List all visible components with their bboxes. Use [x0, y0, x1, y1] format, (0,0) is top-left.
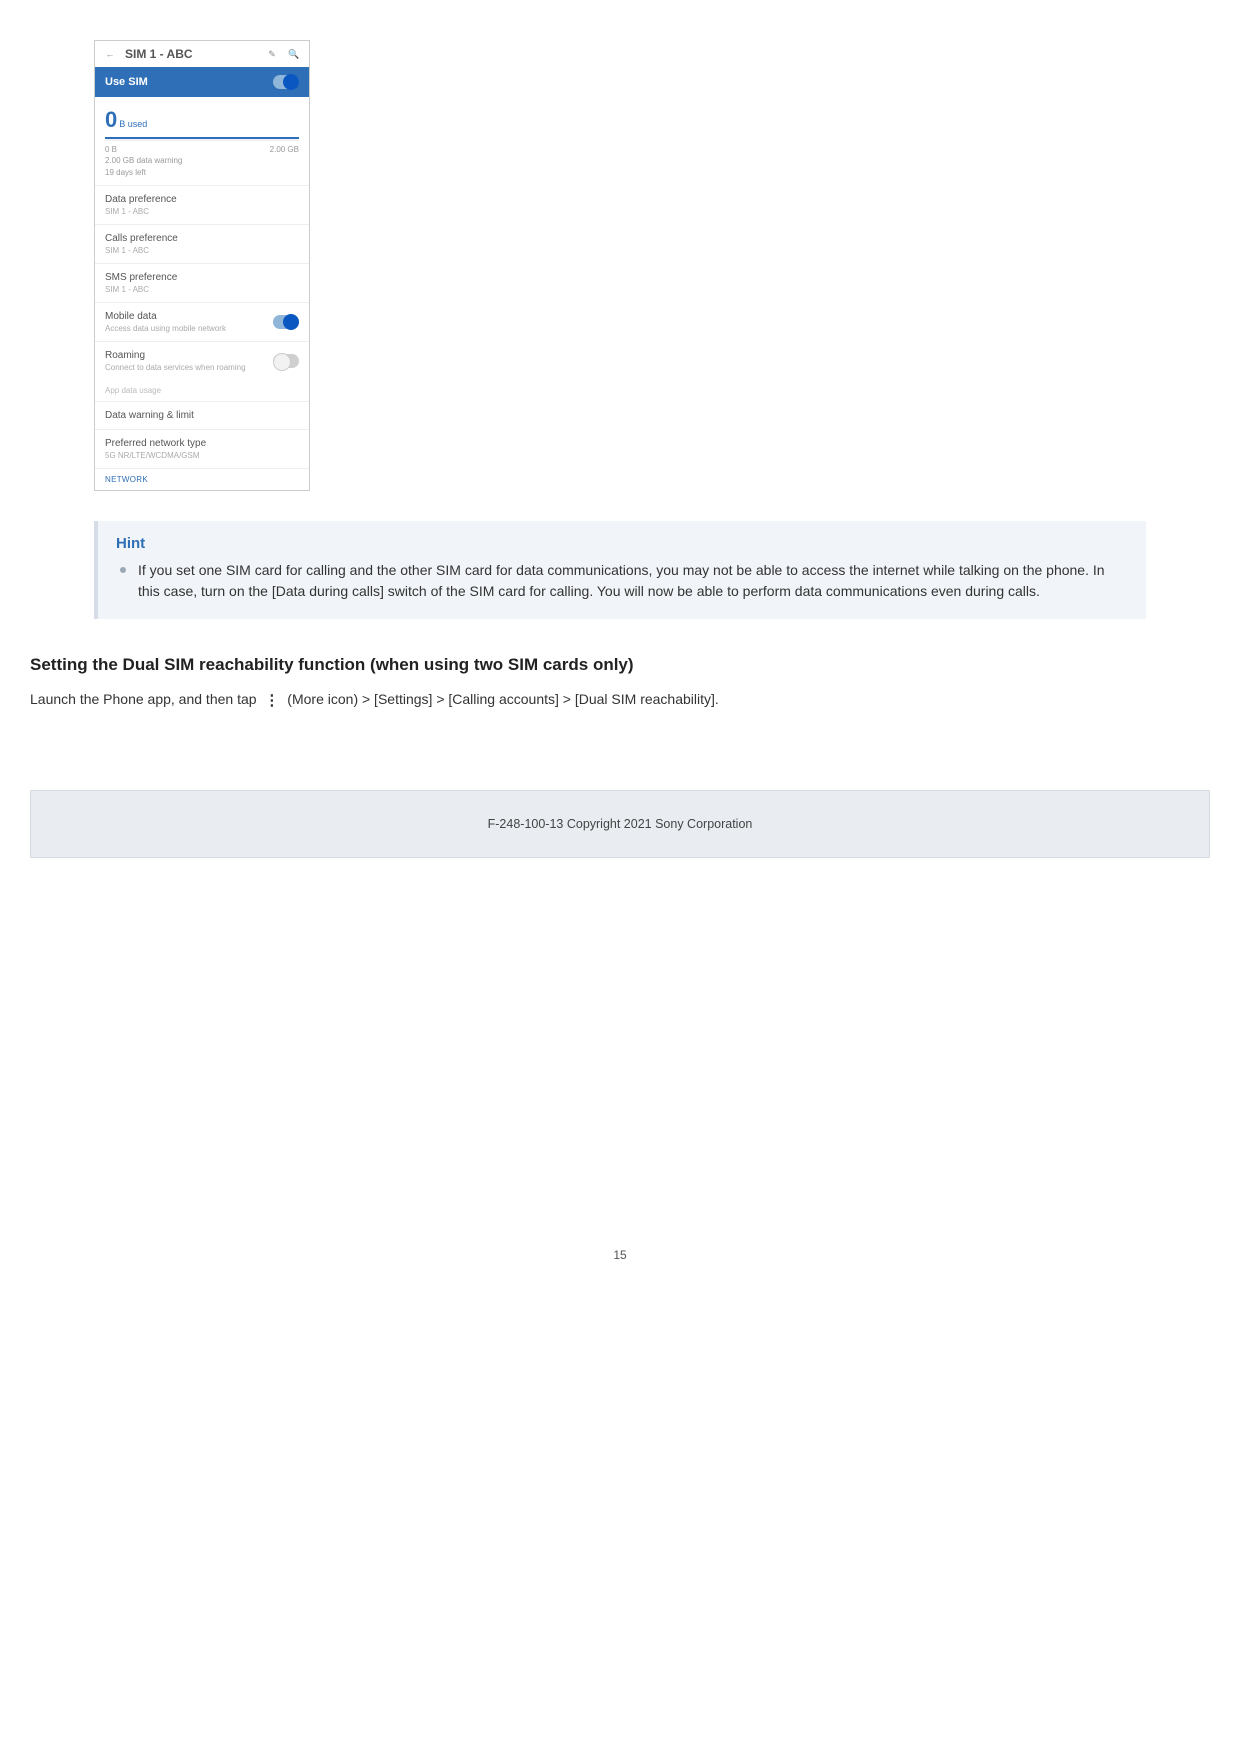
usage-block: 0B used 0 B 2.00 GB 2.00 GB data warning…: [95, 97, 309, 185]
sms-preference-label: SMS preference: [105, 272, 299, 283]
usage-right-tick: 2.00 GB: [270, 145, 299, 154]
data-preference-label: Data preference: [105, 194, 299, 205]
calls-preference-sub: SIM 1 - ABC: [105, 246, 299, 255]
data-warning-limit-row: Data warning & limit: [95, 401, 309, 429]
more-icon: ⋮: [260, 693, 283, 708]
sms-preference-sub: SIM 1 - ABC: [105, 285, 299, 294]
roaming-row: Roaming Connect to data services when ro…: [95, 341, 309, 380]
usage-progress-bar: [105, 137, 299, 141]
network-section-footer: NETWORK: [95, 468, 309, 490]
data-preference-row: Data preference SIM 1 - ABC: [95, 185, 309, 224]
instruction-line: Launch the Phone app, and then tap ⋮ (Mo…: [30, 689, 1210, 710]
usage-warning-2: 19 days left: [105, 168, 299, 178]
roaming-switch: [273, 354, 299, 368]
data-preference-sub: SIM 1 - ABC: [105, 207, 299, 216]
mobile-data-switch: [273, 315, 299, 329]
roaming-sub: Connect to data services when roaming: [105, 363, 246, 372]
data-warning-limit-label: Data warning & limit: [105, 410, 299, 421]
use-sim-switch: [273, 75, 299, 89]
app-data-usage-row: App data usage: [95, 380, 309, 401]
search-icon: 🔍: [287, 49, 301, 60]
usage-unit: B used: [119, 119, 147, 129]
hint-title: Hint: [116, 535, 1128, 552]
roaming-label: Roaming: [105, 350, 246, 361]
use-sim-label: Use SIM: [105, 76, 148, 88]
edit-pencil-icon: ✎: [265, 49, 279, 60]
usage-warning-1: 2.00 GB data warning: [105, 156, 299, 166]
hint-item: If you set one SIM card for calling and …: [134, 560, 1128, 603]
usage-left-tick: 0 B: [105, 145, 117, 154]
preferred-network-sub: 5G NR/LTE/WCDMA/GSM: [105, 451, 299, 460]
preferred-network-label: Preferred network type: [105, 438, 299, 449]
instruction-prefix: Launch the Phone app, and then tap: [30, 691, 260, 707]
mobile-data-label: Mobile data: [105, 311, 226, 322]
mobile-data-sub: Access data using mobile network: [105, 324, 226, 333]
calls-preference-label: Calls preference: [105, 233, 299, 244]
sim-settings-screenshot: ← SIM 1 - ABC ✎ 🔍 Use SIM 0B used 0 B 2.…: [94, 40, 310, 491]
hint-box: Hint If you set one SIM card for calling…: [94, 521, 1146, 619]
screenshot-topbar: ← SIM 1 - ABC ✎ 🔍: [95, 41, 309, 67]
page-number: 15: [30, 1248, 1210, 1262]
usage-value: 0: [105, 107, 117, 133]
screenshot-title: SIM 1 - ABC: [125, 47, 257, 61]
back-arrow-icon: ←: [103, 49, 117, 59]
dual-sim-reachability-heading: Setting the Dual SIM reachability functi…: [30, 655, 1210, 675]
use-sim-row: Use SIM: [95, 67, 309, 97]
preferred-network-row: Preferred network type 5G NR/LTE/WCDMA/G…: [95, 429, 309, 468]
sms-preference-row: SMS preference SIM 1 - ABC: [95, 263, 309, 302]
mobile-data-row: Mobile data Access data using mobile net…: [95, 302, 309, 341]
instruction-suffix: (More icon) > [Settings] > [Calling acco…: [283, 691, 718, 707]
calls-preference-row: Calls preference SIM 1 - ABC: [95, 224, 309, 263]
copyright-footer: F-248-100-13 Copyright 2021 Sony Corpora…: [30, 790, 1210, 858]
